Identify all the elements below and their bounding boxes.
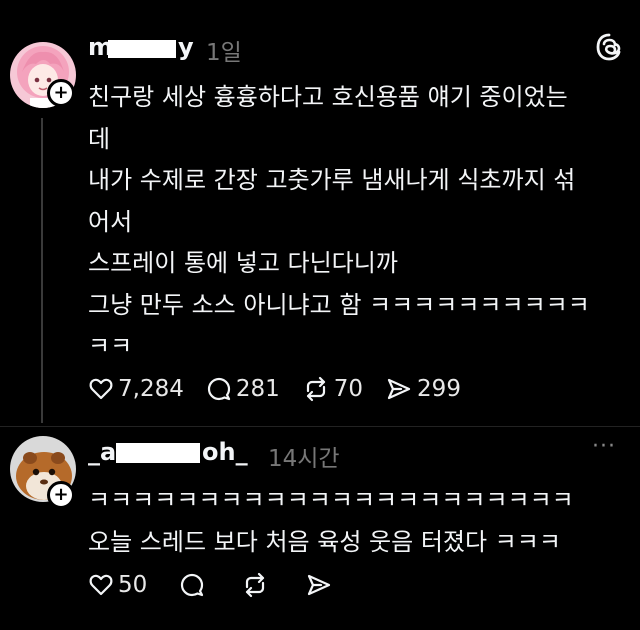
like-button[interactable]: 50 [88, 572, 147, 598]
username[interactable]: _a [88, 438, 116, 466]
username-redaction [116, 443, 200, 463]
more-options-icon[interactable]: ··· [592, 434, 616, 459]
post-actions: 50 [88, 572, 359, 598]
post-text-line: 오늘 스레드 보다 처음 육성 웃음 터졌다 ㅋㅋㅋ [88, 528, 561, 556]
post-text-line: ㅋㅋㅋㅋㅋㅋㅋㅋㅋㅋㅋㅋㅋㅋㅋㅋㅋㅋㅋㅋㅋㅋ [88, 486, 574, 514]
repost-icon [246, 572, 265, 598]
reply-button[interactable] [179, 572, 209, 598]
like-count: 50 [118, 572, 148, 598]
username-start: _a [88, 438, 117, 466]
send-icon [308, 574, 331, 596]
post-2: + _a oh_ 14시간 ··· ㅋㅋㅋㅋㅋㅋㅋㅋㅋㅋㅋㅋㅋㅋㅋㅋㅋㅋㅋㅋㅋㅋ… [0, 0, 640, 630]
post-time: 14시간 [268, 446, 340, 472]
repost-button[interactable] [241, 572, 273, 598]
follow-plus-icon[interactable]: + [47, 481, 75, 509]
heart-icon [89, 574, 113, 596]
avatar-container[interactable]: + [10, 436, 76, 509]
share-button[interactable] [305, 572, 337, 598]
username-end: oh_ [202, 438, 248, 466]
comment-icon [181, 573, 204, 597]
